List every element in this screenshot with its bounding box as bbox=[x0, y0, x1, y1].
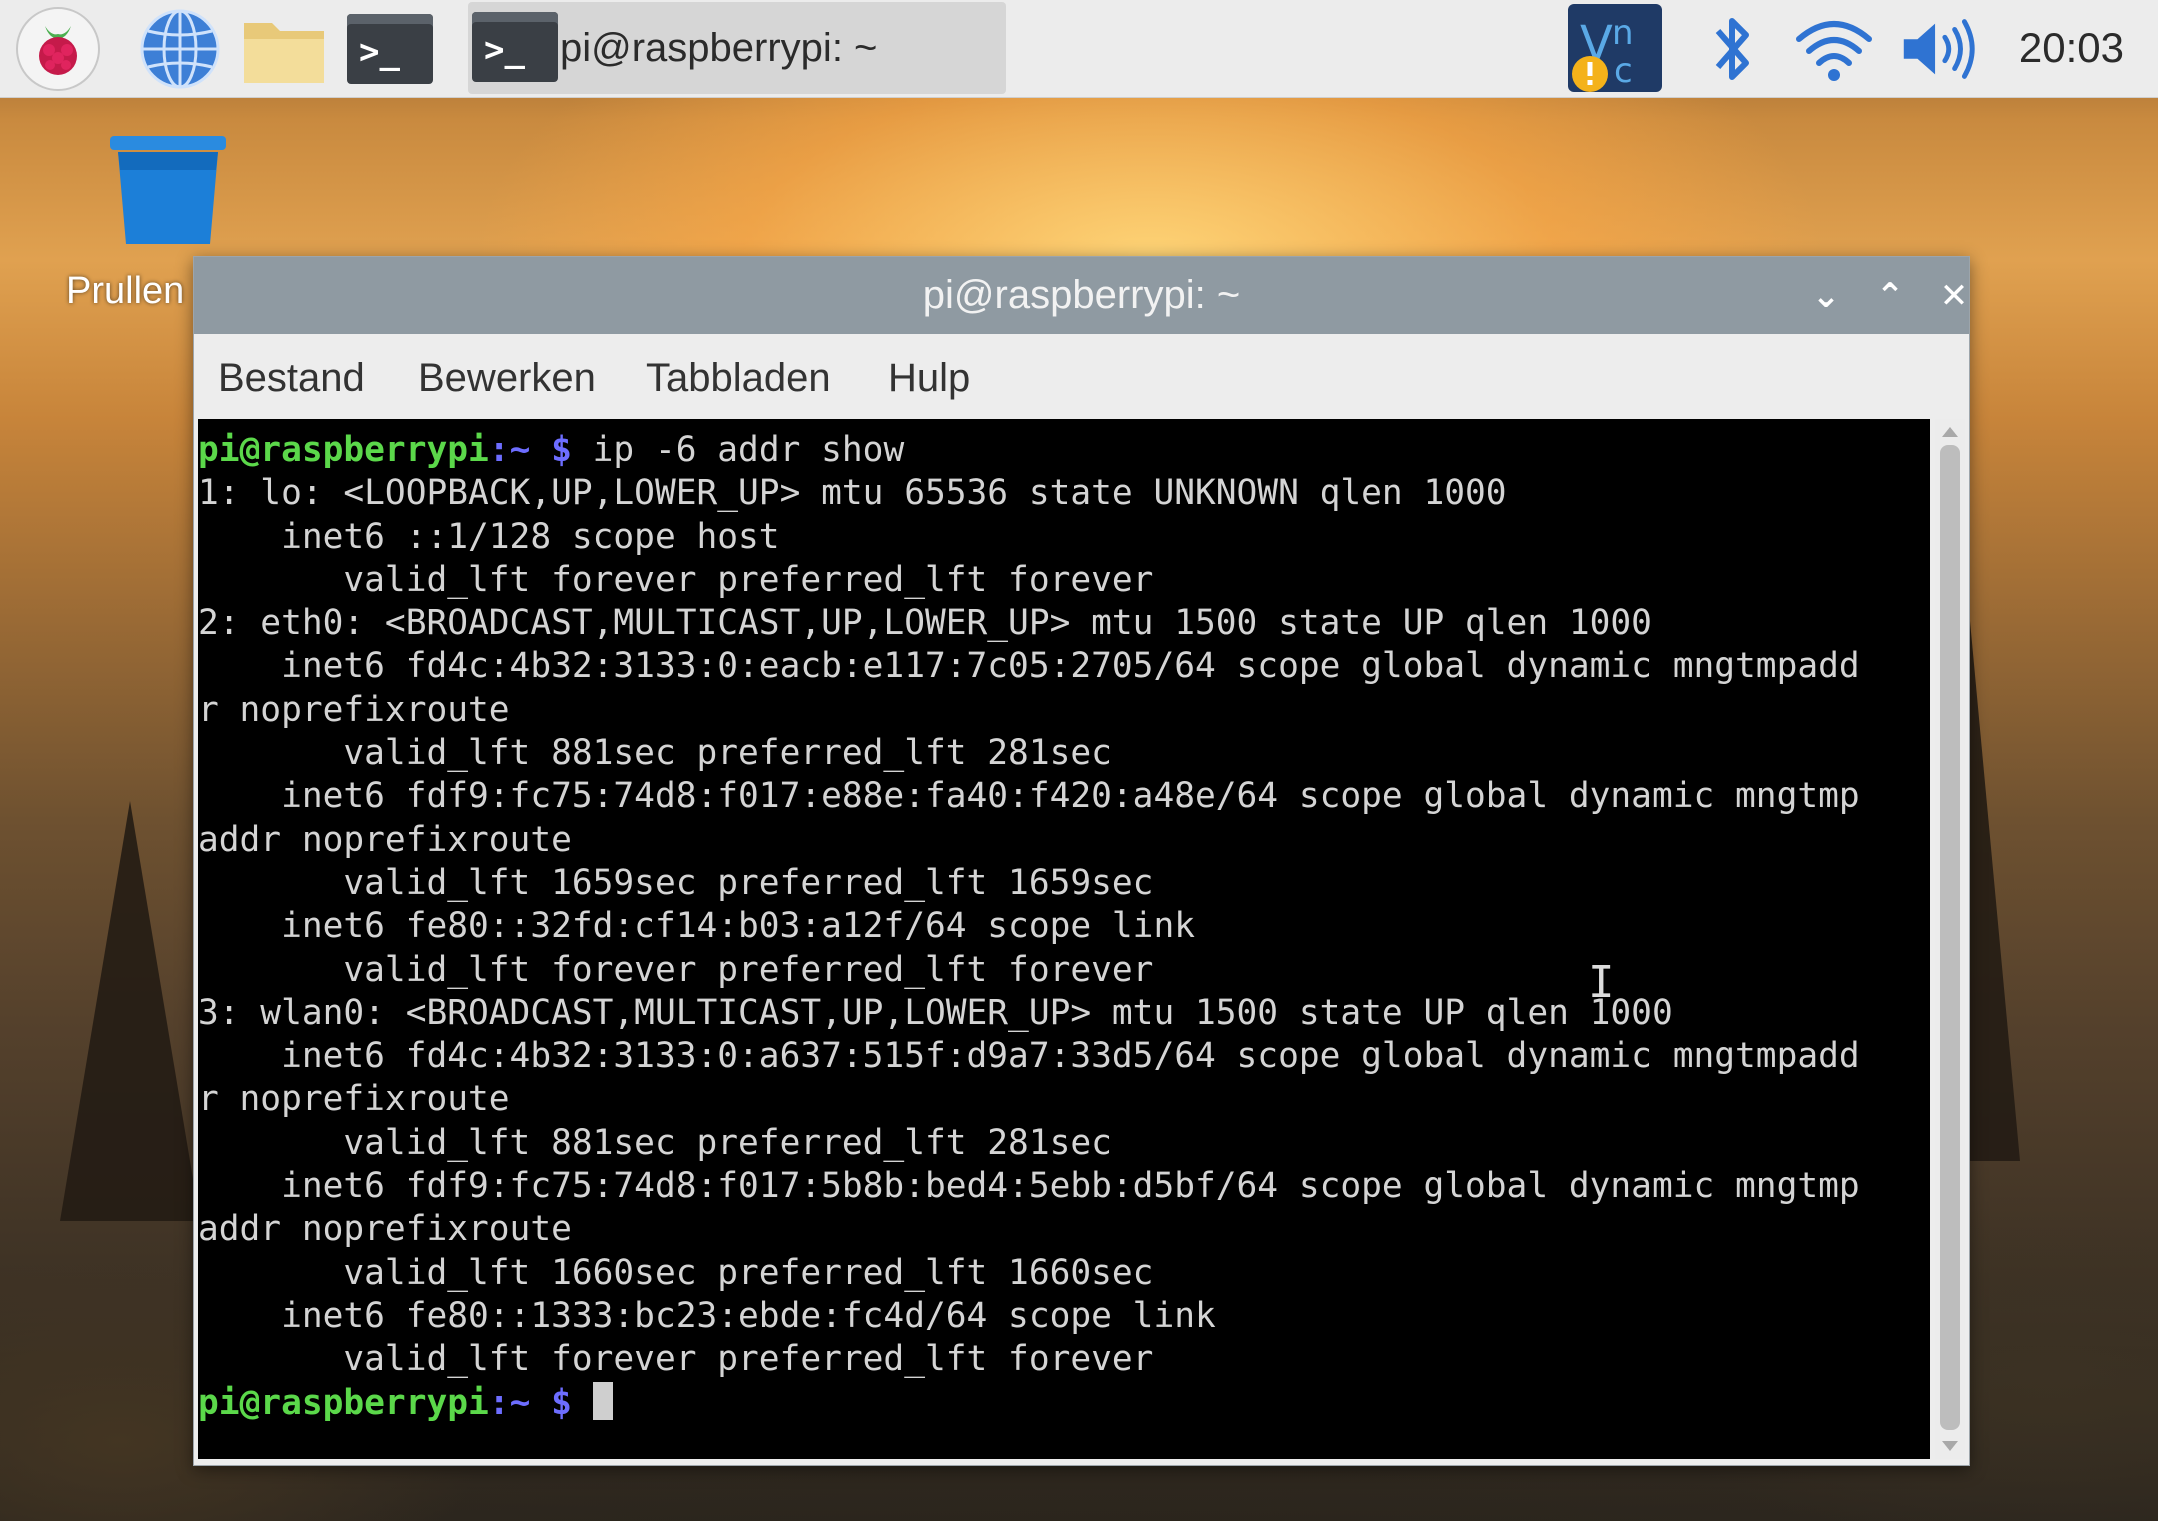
trash-desktop-icon[interactable]: Prullen bbox=[66, 130, 266, 312]
trash-label: Prullen bbox=[66, 270, 185, 312]
close-button[interactable]: ✕ bbox=[1929, 271, 1979, 321]
output-line: r noprefixroute bbox=[198, 1079, 510, 1120]
menu-bar: Bestand Bewerken Tabbladen Hulp bbox=[194, 334, 1969, 418]
clock[interactable]: 20:03 bbox=[2019, 24, 2124, 72]
chevron-down-icon: ⌄ bbox=[1811, 276, 1841, 316]
terminal-window: pi@raspberrypi: ~ ⌄ ⌃ ✕ Bestand Bewerken… bbox=[193, 256, 1970, 1466]
window-title: pi@raspberrypi: ~ bbox=[922, 273, 1241, 317]
output-line: valid_lft forever preferred_lft forever bbox=[198, 559, 1154, 600]
ibeam-cursor-icon: I bbox=[1588, 957, 1615, 1008]
output-line: valid_lft forever preferred_lft forever bbox=[198, 1339, 1154, 1380]
output-line: valid_lft 881sec preferred_lft 281sec bbox=[198, 733, 1112, 774]
chevron-up-icon: ⌃ bbox=[1875, 276, 1905, 316]
terminal-area[interactable]: pi@raspberrypi:~ $ ip -6 addr show 1: lo… bbox=[198, 419, 1930, 1459]
terminal-scrollbar[interactable] bbox=[1935, 419, 1965, 1459]
output-line: addr noprefixroute bbox=[198, 1209, 572, 1250]
task-button-terminal[interactable]: >_ pi@raspberrypi: ~ bbox=[468, 2, 1006, 94]
output-line: inet6 fd4c:4b32:3133:0:a637:515f:d9a7:33… bbox=[198, 1036, 1860, 1077]
terminal-icon[interactable]: >_ bbox=[346, 6, 434, 92]
output-line: 1: lo: <LOOPBACK,UP,LOWER_UP> mtu 65536 … bbox=[198, 473, 1507, 514]
wifi-icon[interactable] bbox=[1790, 6, 1878, 92]
raspberry-menu-icon[interactable] bbox=[14, 6, 102, 92]
terminal-icon: >_ bbox=[472, 12, 558, 82]
text-cursor bbox=[592, 1381, 613, 1420]
window-titlebar[interactable]: pi@raspberrypi: ~ ⌄ ⌃ ✕ bbox=[194, 257, 1969, 334]
output-line: inet6 fe80::32fd:cf14:b03:a12f/64 scope … bbox=[198, 906, 1195, 947]
web-browser-icon[interactable] bbox=[136, 6, 224, 92]
output-line: valid_lft 881sec preferred_lft 281sec bbox=[198, 1122, 1112, 1163]
file-manager-icon[interactable] bbox=[240, 6, 328, 92]
scroll-down-icon[interactable] bbox=[1942, 1441, 1958, 1451]
output-line: inet6 fdf9:fc75:74d8:f017:e88e:fa40:f420… bbox=[198, 776, 1860, 817]
prompt-path: :~ bbox=[488, 1382, 531, 1423]
output-line: valid_lft forever preferred_lft forever bbox=[198, 949, 1154, 990]
output-line: inet6 fdf9:fc75:74d8:f017:5b8b:bed4:5ebb… bbox=[198, 1166, 1860, 1207]
terminal-text: pi@raspberrypi:~ $ ip -6 addr show 1: lo… bbox=[198, 419, 1930, 1425]
prompt-user: pi@raspberrypi bbox=[198, 430, 489, 470]
menu-hulp[interactable]: Hulp bbox=[888, 356, 970, 401]
vnc-icon[interactable]: V n c bbox=[1566, 2, 1664, 94]
menu-bestand[interactable]: Bestand bbox=[218, 356, 365, 401]
taskbar: >_ >_ pi@raspberrypi: ~ V n c 20:03 bbox=[0, 0, 2158, 98]
output-line: inet6 fe80::1333:bc23:ebde:fc4d/64 scope… bbox=[198, 1295, 1216, 1336]
menu-bewerken[interactable]: Bewerken bbox=[418, 356, 596, 401]
maximize-button[interactable]: ⌃ bbox=[1865, 271, 1915, 321]
prompt-sign: $ bbox=[530, 1382, 572, 1423]
prompt-path: :~ bbox=[488, 430, 531, 470]
output-line: 3: wlan0: <BROADCAST,MULTICAST,UP,LOWER_… bbox=[198, 992, 1673, 1033]
command-text: ip -6 addr show bbox=[571, 430, 905, 470]
prompt-sign: $ bbox=[530, 430, 572, 470]
task-button-label: pi@raspberrypi: ~ bbox=[560, 26, 878, 70]
wallpaper-stupa bbox=[60, 801, 200, 1221]
svg-text:n: n bbox=[1612, 13, 1634, 53]
output-line: valid_lft 1659sec preferred_lft 1659sec bbox=[198, 862, 1154, 903]
close-icon: ✕ bbox=[1939, 276, 1969, 316]
output-line: addr noprefixroute bbox=[198, 819, 572, 860]
output-line: inet6 ::1/128 scope host bbox=[198, 516, 780, 557]
menu-tabbladen[interactable]: Tabbladen bbox=[646, 356, 831, 401]
bluetooth-icon[interactable] bbox=[1688, 6, 1776, 92]
minimize-button[interactable]: ⌄ bbox=[1801, 271, 1851, 321]
volume-icon[interactable] bbox=[1894, 6, 1982, 92]
output-line: valid_lft 1660sec preferred_lft 1660sec bbox=[198, 1252, 1154, 1293]
trash-icon bbox=[106, 130, 226, 250]
svg-text:c: c bbox=[1614, 51, 1633, 91]
scroll-up-icon[interactable] bbox=[1942, 427, 1958, 437]
output-line: inet6 fd4c:4b32:3133:0:eacb:e117:7c05:27… bbox=[198, 646, 1860, 687]
scrollbar-thumb[interactable] bbox=[1940, 445, 1960, 1430]
output-line: 2: eth0: <BROADCAST,MULTICAST,UP,LOWER_U… bbox=[198, 603, 1652, 644]
output-line: r noprefixroute bbox=[198, 689, 510, 730]
prompt-user: pi@raspberrypi bbox=[198, 1382, 489, 1423]
